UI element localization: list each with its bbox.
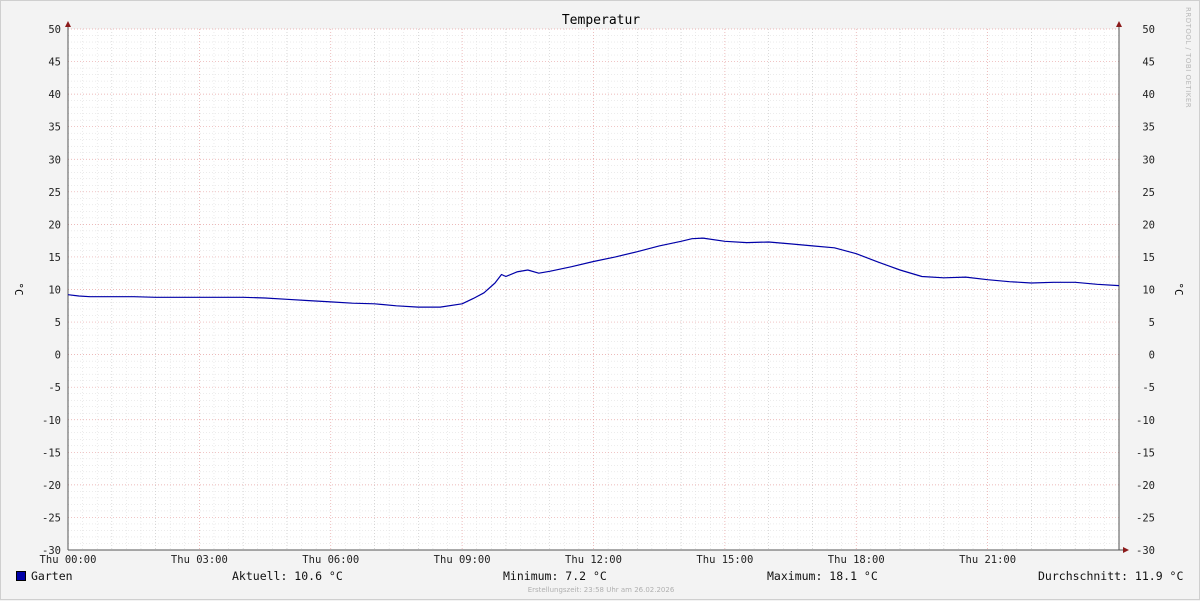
y-tick-label-right: 20 [1142,219,1155,231]
legend-current: Aktuell: 10.6 °C [232,569,343,583]
legend-maximum: Maximum: 18.1 °C [767,569,878,583]
x-tick-label: Thu 18:00 [828,554,885,566]
y-tick-label-left: 25 [48,187,61,199]
x-tick-label: Thu 12:00 [565,554,622,566]
y-tick-label-left: 5 [55,317,61,329]
y-tick-label-left: 40 [48,89,61,101]
y-axis-label-right: °C [1172,282,1185,295]
y-tick-label-right: 5 [1149,317,1155,329]
y-tick-label-right: -15 [1136,447,1155,459]
y-tick-label-left: -5 [48,382,61,394]
y-tick-label-right: 40 [1142,89,1155,101]
y-axis-right-arrow [1116,21,1122,27]
legend-swatch-garten [16,571,26,581]
y-tick-label-right: 15 [1142,252,1155,264]
y-tick-label-right: 25 [1142,187,1155,199]
y-tick-label-right: 0 [1149,350,1155,362]
y-tick-label-right: 35 [1142,122,1155,134]
y-tick-labels-left: 50454035302520151050-5-10-15-20-25-30 [42,24,61,557]
y-tick-label-right: -25 [1136,512,1155,524]
y-tick-label-left: 35 [48,122,61,134]
x-tick-label: Thu 15:00 [696,554,753,566]
temperature-chart: 50454035302520151050-5-10-15-20-25-30 50… [12,13,1185,566]
rrdtool-watermark: RRDTOOL / TOBI OETIKER [1184,7,1192,109]
y-tick-label-right: 10 [1142,285,1155,297]
x-axis-arrow [1123,547,1129,553]
y-axis-left-arrow [65,21,71,27]
y-tick-label-left: -15 [42,447,61,459]
y-tick-label-left: -10 [42,415,61,427]
legend-minimum: Minimum: 7.2 °C [503,569,607,583]
y-tick-label-right: -10 [1136,415,1155,427]
x-tick-label: Thu 21:00 [959,554,1016,566]
legend-series-name: Garten [31,569,73,583]
y-axis-label-left: °C [12,282,25,295]
x-tick-label: Thu 06:00 [302,554,359,566]
x-tick-label: Thu 03:00 [171,554,228,566]
y-tick-label-left: 45 [48,57,61,69]
y-tick-label-right: 50 [1142,24,1155,36]
y-tick-label-left: 50 [48,24,61,36]
y-tick-label-right: -5 [1142,382,1155,394]
y-tick-label-left: 15 [48,252,61,264]
y-tick-label-left: 20 [48,219,61,231]
y-tick-label-right: -20 [1136,480,1155,492]
chart-title: Temperatur [562,13,640,28]
y-tick-labels-right: 50454035302520151050-5-10-15-20-25-30 [1136,24,1155,557]
footer-timestamp: Erstellungszeit: 23:58 Uhr am 26.02.2026 [527,586,675,594]
chart-frame: 50 45 40 35 30 25 20 15 10 5 0 -5 -10 -15 -20 -25 -30 50… [0,0,1200,600]
y-tick-label-right: -30 [1136,545,1155,557]
y-tick-label-left: -20 [42,480,61,492]
legend-average: Durchschnitt: 11.9 °C [1038,569,1184,583]
y-tick-label-left: -25 [42,512,61,524]
y-tick-label-left: 0 [55,350,61,362]
y-tick-label-right: 30 [1142,154,1155,166]
y-tick-label-right: 45 [1142,57,1155,69]
y-tick-label-left: 10 [48,285,61,297]
x-tick-labels: Thu 00:00 Thu 03:00 Thu 06:00 Thu 09:00 Thu … [40,554,1017,566]
x-tick-label: Thu 00:00 [40,554,97,566]
x-tick-label: Thu 09:00 [434,554,491,566]
y-tick-label-left: 30 [48,154,61,166]
